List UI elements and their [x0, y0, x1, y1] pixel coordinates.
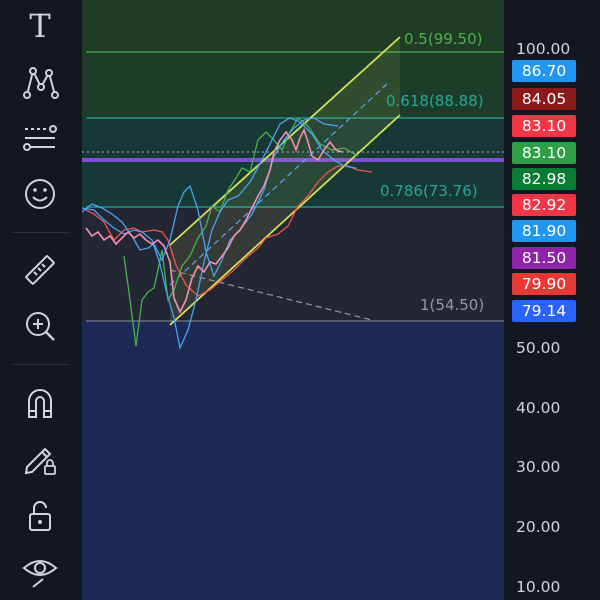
ruler-tool-icon: [25, 255, 55, 285]
unlock-button[interactable]: [16, 494, 64, 538]
fib-label-1: 1(54.50): [420, 296, 485, 314]
zoom-in-button[interactable]: [16, 304, 64, 348]
axis-tick-label: 10.00: [516, 578, 561, 596]
price-axis[interactable]: 100.00 50.00 40.00 30.00 20.00 10.00 86.…: [504, 0, 600, 600]
axis-tick-label: 20.00: [516, 518, 561, 536]
price-tag: 84.05: [512, 88, 576, 110]
emoji-tool-button[interactable]: [16, 172, 64, 216]
text-tool-button[interactable]: T: [16, 4, 64, 48]
price-tag: 81.50: [512, 247, 576, 269]
price-tag: 81.90: [512, 220, 576, 242]
toolbar-divider: [12, 364, 70, 365]
price-tag: 83.10: [512, 142, 576, 164]
axis-tick-label: 100.00: [516, 40, 571, 58]
fib-retracement-tool-icon: [23, 125, 57, 151]
lock-drawing-icon: [24, 447, 56, 475]
lock-drawing-button[interactable]: [16, 436, 64, 480]
pattern-tool-icon: [23, 67, 59, 99]
pattern-tool-button[interactable]: [16, 60, 64, 104]
fib-label-0-786: 0.786(73.76): [380, 182, 478, 200]
text-tool-icon: T: [29, 7, 51, 45]
ruler-tool-button[interactable]: [16, 248, 64, 292]
magnet-icon: [28, 389, 52, 418]
fib-label-0-618: 0.618(88.88): [386, 92, 484, 110]
magnet-button[interactable]: [16, 380, 64, 424]
emoji-tool-icon: [25, 179, 55, 209]
price-tag: 79.90: [512, 273, 576, 295]
toolbar-divider: [12, 232, 70, 233]
price-tag: 82.92: [512, 194, 576, 216]
lower-price-zone: [82, 321, 504, 600]
price-tag: 83.10: [512, 115, 576, 137]
price-chart[interactable]: 0.5(99.50) 0.618(88.88) 0.786(73.76) 1(5…: [82, 0, 504, 600]
price-tag: 79.14: [512, 300, 576, 322]
zoom-in-icon: [26, 312, 55, 341]
fib-retracement-tool-button[interactable]: [16, 116, 64, 160]
axis-tick-label: 30.00: [516, 458, 561, 476]
unlock-icon: [29, 501, 51, 531]
drawing-toolbar: T: [0, 0, 82, 600]
price-tag: 86.70: [512, 60, 576, 82]
price-tag: 82.98: [512, 168, 576, 190]
axis-tick-label: 50.00: [516, 339, 561, 357]
eye-icon: [22, 560, 58, 588]
visibility-button[interactable]: [16, 548, 64, 592]
fib-label-0-5: 0.5(99.50): [404, 30, 483, 48]
axis-tick-label: 40.00: [516, 399, 561, 417]
